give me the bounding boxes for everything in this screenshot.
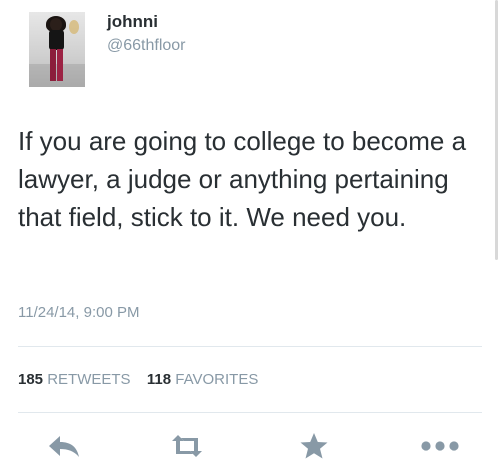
user-handle[interactable]: @66thfloor xyxy=(107,37,186,55)
reply-icon xyxy=(49,436,79,457)
divider-top xyxy=(18,346,482,347)
user-name[interactable]: johnni xyxy=(107,12,158,32)
favorites-count: 118 xyxy=(146,371,172,388)
reply-button[interactable] xyxy=(46,432,82,460)
more-icon xyxy=(421,441,459,451)
retweet-stat[interactable]: 185 RETWEETS xyxy=(18,371,135,388)
retweets-label: RETWEETS xyxy=(47,371,131,388)
favorite-button[interactable] xyxy=(297,432,331,460)
favorites-label: FAVORITES xyxy=(175,371,259,388)
avatar-leg-right xyxy=(57,49,63,81)
tweet-timestamp: 11/24/14, 9:00 PM xyxy=(18,304,140,321)
avatar-leg-left xyxy=(50,49,56,81)
favorite-stat[interactable]: 118 FAVORITES xyxy=(147,371,258,388)
retweet-button[interactable] xyxy=(167,432,207,460)
retweet-icon xyxy=(172,435,202,457)
scrollbar[interactable] xyxy=(495,0,498,260)
tweet-text: If you are going to college to become a … xyxy=(18,126,467,232)
retweets-count: 185 xyxy=(18,371,44,388)
tweet-stats: 185 RETWEETS 118 FAVORITES xyxy=(18,371,258,388)
avatar[interactable] xyxy=(29,12,85,87)
divider-bottom xyxy=(18,412,482,413)
avatar-background-lamp xyxy=(69,20,79,34)
avatar-torso xyxy=(49,30,64,50)
more-button[interactable] xyxy=(419,432,461,460)
star-icon xyxy=(300,433,328,459)
